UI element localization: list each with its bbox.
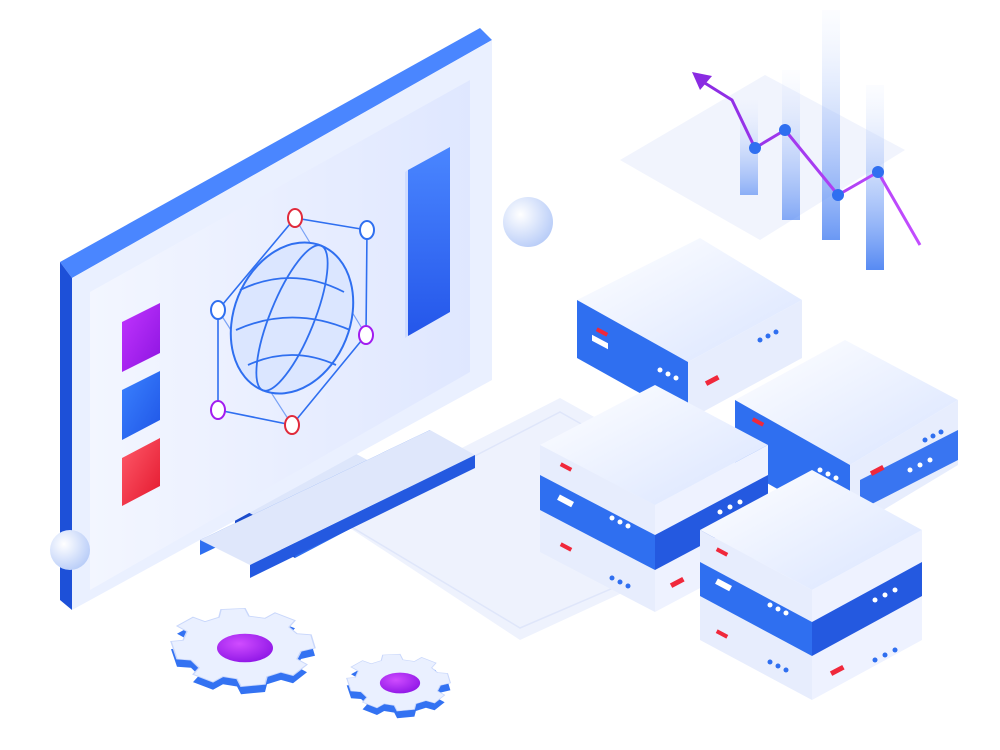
network-node (210, 300, 226, 320)
network-node (287, 208, 303, 228)
network-node (358, 325, 374, 345)
gear-icon (346, 653, 452, 719)
chart-point (749, 142, 761, 154)
chart-point (832, 189, 844, 201)
chart-bar (822, 10, 840, 240)
server-stack (540, 238, 958, 700)
network-node (284, 415, 300, 435)
screen-bar (408, 147, 450, 336)
isometric-it-illustration (50, 10, 958, 719)
gear-icon (170, 607, 316, 695)
map-pin (503, 197, 553, 430)
network-node (359, 220, 375, 240)
chart-point (872, 166, 884, 178)
network-node (210, 400, 226, 420)
chart-point (779, 124, 791, 136)
trend-chart (620, 10, 922, 270)
